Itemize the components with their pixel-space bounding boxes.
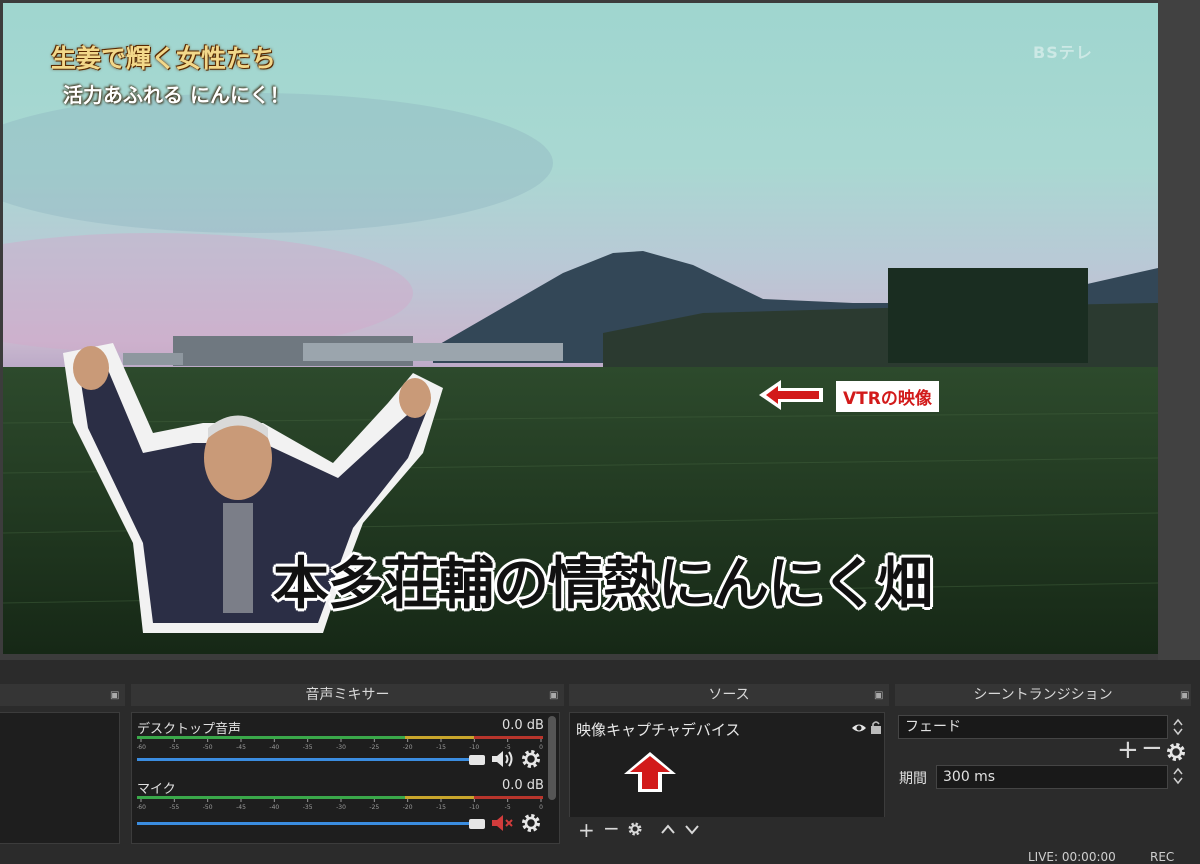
meter-tick-label: -5 [505,804,511,811]
mixer-scrollbar[interactable] [548,716,556,800]
meter-tick-label: -45 [236,744,246,751]
speaker-muted-icon[interactable] [490,813,514,833]
add-icon[interactable]: + [578,820,595,840]
meter-tick-label: -60 [137,804,146,811]
mixer-channel-level: 0.0 dB [502,778,544,793]
meter-tick-label: -15 [436,804,446,811]
meter-tick-label: -40 [269,804,279,811]
rec-timer: REC [1150,850,1175,864]
meter-tick-label: -25 [369,744,379,751]
meter-tick-label: -20 [403,744,413,751]
up-arrow-icon [624,752,676,792]
remove-icon[interactable]: − [1141,735,1163,761]
meter-tick-label: -55 [169,804,179,811]
transitions-dock-header: シーントランジション [895,684,1191,706]
meter-tick-label: -10 [469,804,479,811]
meter-tick-label: -55 [169,744,179,751]
mixer-channel-name: デスクトップ音声 [137,722,242,737]
sources-title: ソース [708,687,750,703]
spin-arrows-icon[interactable] [1172,718,1184,736]
meter-tick-label: 0 [539,804,543,811]
live-timer: LIVE: 00:00:00 [1028,850,1116,864]
speaker-icon[interactable] [490,749,514,769]
mixer-dock-header: 音声ミキサー [131,684,564,706]
transition-select-value: フェード [905,719,961,735]
preview-area: 生姜で輝く女性たち 活力あふれる にんにく！ BSテレ 本多荘輔の情熱にんにく畑… [0,0,1200,660]
meter-tick-label: -30 [336,804,346,811]
left-arrow-icon [759,380,823,410]
scenes-dock-header [0,684,125,706]
lock-icon[interactable] [870,720,882,734]
remove-icon[interactable]: − [603,818,620,838]
add-icon[interactable]: + [1117,737,1139,763]
meter-tick-label: -20 [403,804,413,811]
mixer-title: 音声ミキサー [305,687,390,703]
chevron-down-icon[interactable] [684,823,700,835]
meter-tick-label: -40 [269,744,279,751]
meter-tick-label: -10 [469,744,479,751]
duration-value: 300 ms [943,769,996,785]
chevron-up-icon[interactable] [660,823,676,835]
channel-logo: BSテレ [1033,43,1093,62]
duration-input[interactable]: 300 ms [936,765,1168,789]
spin-arrows-icon[interactable] [1172,767,1184,785]
undock-icon[interactable]: ▣ [874,690,883,701]
meter-tick-label: -25 [369,804,379,811]
meter-scale: -60 -55 -50 -45 -40 -35 -30 -25 -20 -15 -10 -5 0 [137,799,543,811]
mixer-channel-level: 0.0 dB [502,718,544,733]
meter-tick-label: -60 [137,744,146,751]
meter-tick-label: -30 [336,744,346,751]
duration-label: 期間 [899,771,927,787]
volume-slider-handle[interactable] [469,755,485,765]
gear-icon[interactable] [520,748,542,770]
meter-scale: -60 -55 -50 -45 -40 -35 -30 -25 -20 -15 -10 -5 0 [137,739,543,751]
meter-tick-label: -50 [203,744,213,751]
undock-icon[interactable]: ▣ [1180,690,1189,701]
annotation-label: VTRの映像 [836,381,939,412]
program-title: 生姜で輝く女性たち [51,44,277,73]
meter-tick-label: -35 [303,804,313,811]
video-caption: 本多荘輔の情熱にんにく畑 [273,551,933,617]
gear-icon[interactable] [1165,741,1187,763]
volume-slider[interactable] [137,822,477,825]
video-preview[interactable]: 生姜で輝く女性たち 活力あふれる にんにく！ BSテレ 本多荘輔の情熱にんにく畑 [3,3,1158,654]
meter-tick-label: -15 [436,744,446,751]
sources-dock-header: ソース [569,684,889,706]
transitions-title: シーントランジション [973,687,1113,703]
gear-icon[interactable] [627,821,643,837]
eye-icon[interactable] [851,722,867,734]
volume-slider-handle[interactable] [469,819,485,829]
program-subtitle: 活力あふれる にんにく！ [63,83,290,107]
source-item[interactable]: 映像キャプチャデバイス [576,719,740,740]
volume-slider[interactable] [137,758,477,761]
undock-icon[interactable]: ▣ [110,690,119,701]
gear-icon[interactable] [520,812,542,834]
meter-tick-label: -50 [203,804,213,811]
preview-margin [1158,0,1200,660]
mixer-channel-name: マイク [137,782,176,797]
scenes-list[interactable] [0,712,120,844]
meter-tick-label: -35 [303,744,313,751]
meter-tick-label: -45 [236,804,246,811]
undock-icon[interactable]: ▣ [549,690,558,701]
